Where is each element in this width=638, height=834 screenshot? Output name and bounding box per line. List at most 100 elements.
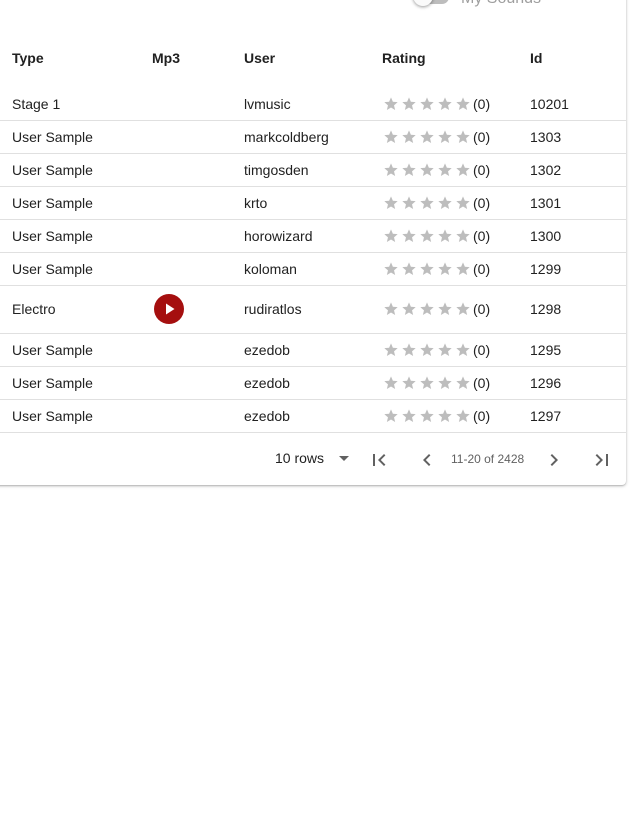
table-row[interactable]: User Sample timgosden 1302 (0) (0, 153, 626, 187)
star-rating[interactable]: (0) (382, 342, 490, 358)
star-rating[interactable]: (0) (382, 375, 490, 391)
chevron-right-icon[interactable] (542, 448, 566, 472)
star-icon[interactable] (436, 261, 454, 277)
star-icon[interactable] (382, 375, 400, 391)
star-icon[interactable] (418, 408, 436, 424)
table-row[interactable]: User Sample ezedob 1296 (0) (0, 366, 626, 400)
more-vert-icon[interactable] (590, 0, 596, 4)
table-row[interactable]: Stage 1 lvmusic 10201 (0) (0, 87, 626, 121)
star-rating[interactable]: (0) (382, 162, 490, 178)
star-icon[interactable] (382, 261, 400, 277)
my-sounds-toggle[interactable] (413, 0, 451, 8)
star-icon[interactable] (454, 129, 472, 145)
cell-id: 1298 (530, 301, 562, 317)
star-icon[interactable] (436, 375, 454, 391)
star-icon[interactable] (436, 162, 454, 178)
chevron-left-icon[interactable] (415, 448, 439, 472)
star-icon[interactable] (454, 96, 472, 112)
star-icon[interactable] (382, 162, 400, 178)
star-icon[interactable] (382, 342, 400, 358)
star-icon[interactable] (418, 162, 436, 178)
rating-count: (0) (473, 95, 491, 112)
column-header-id[interactable]: Id (530, 50, 542, 66)
star-icon[interactable] (454, 261, 472, 277)
star-rating[interactable]: (0) (382, 408, 490, 424)
star-icon[interactable] (418, 129, 436, 145)
star-icon[interactable] (382, 195, 400, 211)
star-icon[interactable] (400, 129, 418, 145)
star-icon[interactable] (400, 195, 418, 211)
cell-user: timgosden (244, 161, 309, 178)
star-rating[interactable]: (0) (382, 228, 490, 244)
play-icon (166, 303, 175, 315)
column-header-user[interactable]: User (244, 50, 275, 66)
star-icon[interactable] (382, 129, 400, 145)
star-icon[interactable] (454, 195, 472, 211)
star-icon[interactable] (400, 162, 418, 178)
star-icon[interactable] (418, 195, 436, 211)
star-icon[interactable] (400, 301, 418, 317)
table-row[interactable]: User Sample krto 1301 (0) (0, 186, 626, 220)
star-icon[interactable] (436, 195, 454, 211)
star-icon[interactable] (418, 228, 436, 244)
cell-type: Stage 1 (12, 95, 61, 112)
star-icon[interactable] (454, 408, 472, 424)
star-icon[interactable] (418, 375, 436, 391)
star-icon[interactable] (382, 96, 400, 112)
table-row[interactable]: User Sample markcoldberg 1303 (0) (0, 120, 626, 154)
star-icon[interactable] (400, 228, 418, 244)
cell-id: 1300 (530, 227, 562, 244)
star-rating[interactable]: (0) (382, 96, 490, 112)
play-button[interactable] (154, 294, 184, 324)
toolbar: My Sounds (0, 0, 638, 10)
cell-type: User Sample (12, 341, 93, 358)
star-icon[interactable] (400, 261, 418, 277)
rows-per-page-select[interactable]: 10 rows (275, 450, 350, 466)
star-icon[interactable] (454, 162, 472, 178)
star-icon[interactable] (418, 261, 436, 277)
first-page-icon[interactable] (367, 448, 391, 472)
cell-type: User Sample (12, 128, 93, 145)
star-icon[interactable] (400, 342, 418, 358)
star-icon[interactable] (436, 96, 454, 112)
toggle-thumb[interactable] (413, 0, 433, 6)
last-page-icon[interactable] (590, 448, 614, 472)
star-rating[interactable]: (0) (382, 129, 490, 145)
star-rating[interactable]: (0) (382, 261, 490, 277)
star-icon[interactable] (454, 228, 472, 244)
star-icon[interactable] (436, 342, 454, 358)
star-icon[interactable] (382, 228, 400, 244)
star-icon[interactable] (454, 301, 472, 317)
star-icon[interactable] (418, 342, 436, 358)
star-icon[interactable] (454, 375, 472, 391)
cell-id: 1296 (530, 374, 562, 391)
star-icon[interactable] (382, 408, 400, 424)
star-icon[interactable] (418, 301, 436, 317)
column-header-type[interactable]: Type (12, 50, 44, 66)
star-icon[interactable] (400, 96, 418, 112)
star-icon[interactable] (436, 301, 454, 317)
table-row[interactable]: User Sample ezedob 1297 (0) (0, 399, 626, 433)
star-icon[interactable] (454, 342, 472, 358)
star-icon[interactable] (400, 408, 418, 424)
star-icon[interactable] (436, 129, 454, 145)
star-icon[interactable] (382, 301, 400, 317)
cell-id: 1295 (530, 341, 562, 358)
star-icon[interactable] (418, 96, 436, 112)
table-row[interactable]: User Sample ezedob 1295 (0) (0, 333, 626, 367)
cell-user: ezedob (244, 374, 290, 391)
star-rating[interactable]: (0) (382, 301, 490, 317)
table-row[interactable]: User Sample koloman 1299 (0) (0, 252, 626, 286)
column-header-mp3[interactable]: Mp3 (152, 50, 180, 66)
star-icon[interactable] (436, 408, 454, 424)
cell-user: horowizard (244, 227, 313, 244)
cell-id: 10201 (530, 95, 569, 112)
column-header-rating[interactable]: Rating (382, 50, 426, 66)
table-row[interactable]: Electro rudiratlos 1298 (0) (0, 285, 626, 334)
cell-id: 1302 (530, 161, 562, 178)
rating-count: (0) (473, 407, 491, 424)
star-icon[interactable] (400, 375, 418, 391)
star-icon[interactable] (436, 228, 454, 244)
star-rating[interactable]: (0) (382, 195, 490, 211)
table-row[interactable]: User Sample horowizard 1300 (0) (0, 219, 626, 253)
